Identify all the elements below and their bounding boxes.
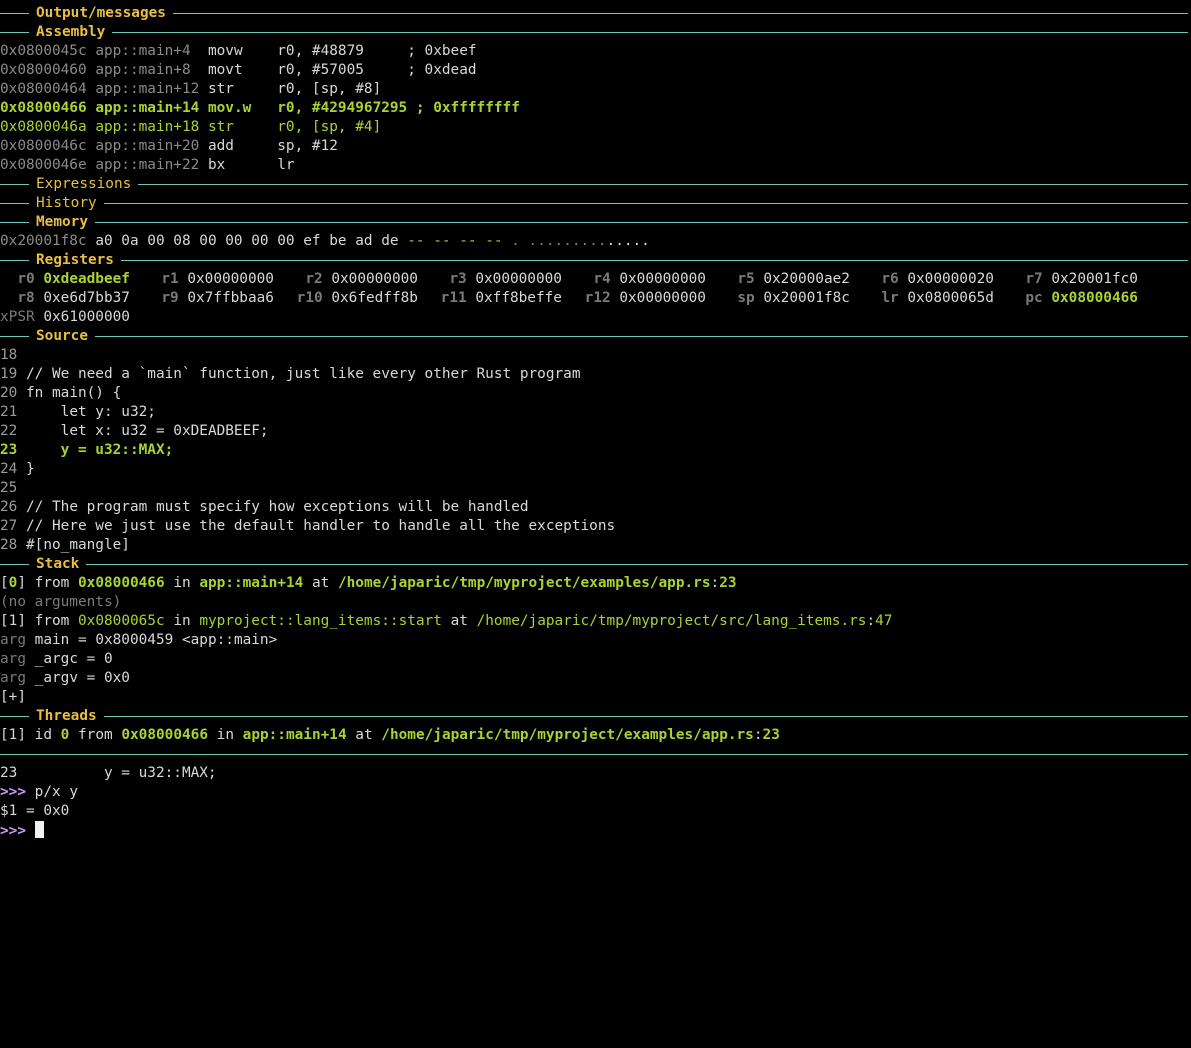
asm-line-current: 0x08000466 app::main+14 mov.w r0, #42949… [0, 100, 520, 116]
asm-line: 0x0800046e app::main+22 bx lr [0, 157, 295, 173]
console-input-line[interactable]: >>> [0, 821, 1191, 840]
register-value: 0x61000000 [43, 309, 130, 325]
asm-line: 0x0800046a app::main+18 str r0, [sp, #4] [0, 119, 382, 135]
asm-line: 0x0800046c app::main+20 add sp, #12 [0, 138, 338, 154]
register: r2 0x00000000 [288, 271, 418, 287]
register: r4 0x00000000 [576, 271, 706, 287]
prompt: >>> [0, 823, 26, 839]
section-title: Memory [29, 213, 95, 232]
register: r5 0x20000ae2 [720, 271, 850, 287]
console-echo: 23 y = u32::MAX; [0, 765, 217, 781]
register: r11 0xff8beffe [432, 290, 562, 306]
source-line: 24 } [0, 461, 35, 477]
console-result: $1 = 0x0 [0, 803, 70, 819]
source-line: 20 fn main() { [0, 385, 122, 401]
memory-ascii: ..... [606, 233, 650, 249]
asm-line: 0x08000464 app::main+12 str r0, [sp, #8] [0, 81, 382, 97]
section-threads-header: Threads [0, 707, 1191, 726]
register: lr 0x0800065d [864, 290, 994, 306]
memory-row: 0x20001f8c a0 0a 00 08 00 00 00 00 ef be… [0, 232, 1191, 251]
dashboard-bottom-rule [0, 745, 1191, 764]
console-command: p/x y [34, 784, 78, 800]
source-line: 27 // Here we just use the default handl… [0, 518, 616, 534]
section-source-header: Source [0, 327, 1191, 346]
section-title: Registers [29, 251, 121, 270]
register: r6 0x00000020 [864, 271, 994, 287]
section-registers-header: Registers [0, 251, 1191, 270]
source-line: 25 [0, 480, 18, 496]
section-title: Source [29, 327, 95, 346]
prompt: >>> [0, 784, 26, 800]
register: r7 0x20001fc0 [1008, 271, 1138, 287]
memory-unknown: -- -- -- -- [407, 233, 503, 249]
cursor-icon [34, 821, 44, 838]
section-assembly-header: Assembly [0, 23, 1191, 42]
source-line-current: 23 y = u32::MAX; [0, 442, 174, 458]
register: pc 0x08000466 [1008, 290, 1138, 306]
register: r8 0xe6d7bb37 [0, 290, 130, 306]
registers-row-3: xPSR 0x61000000 [0, 308, 1191, 327]
register: r10 0x6fedff8b [288, 290, 418, 306]
section-memory-header: Memory [0, 213, 1191, 232]
register: r1 0x00000000 [144, 271, 274, 287]
console-command-line: >>> p/x y [0, 783, 1191, 802]
thread-row: [1] id 0 from 0x08000466 in app::main+14… [0, 727, 780, 743]
stack-arg: arg _argc = 0 [0, 651, 113, 667]
register: sp 0x20001f8c [720, 290, 850, 306]
stack-arg: arg _argv = 0x0 [0, 670, 130, 686]
source-line: 18 [0, 347, 18, 363]
registers-row-1: r0 0xdeadbeef r1 0x00000000 r2 0x0000000… [0, 270, 1191, 289]
section-title: Threads [29, 707, 104, 726]
source-line: 19 // We need a `main` function, just li… [0, 366, 581, 382]
register: r12 0x00000000 [576, 290, 706, 306]
stack-no-arguments: (no arguments) [0, 594, 122, 610]
section-stack-header: Stack [0, 555, 1191, 574]
stack-frame-1: [1] from 0x0800065c in myproject::lang_i… [0, 613, 893, 629]
section-title: Assembly [29, 23, 113, 42]
source-line: 26 // The program must specify how excep… [0, 499, 529, 515]
stack-frame-0: [0] from 0x08000466 in app::main+14 at /… [0, 575, 737, 591]
memory-address: 0x20001f8c [0, 233, 87, 249]
section-history-header: History [0, 194, 1191, 213]
register: r0 0xdeadbeef [0, 271, 130, 287]
section-title: Stack [29, 555, 87, 574]
source-line: 21 let y: u32; [0, 404, 156, 420]
section-title: History [29, 194, 104, 213]
registers-row-2: r8 0xe6d7bb37 r9 0x7ffbbaa6 r10 0x6fedff… [0, 289, 1191, 308]
source-line: 22 let x: u32 = 0xDEADBEEF; [0, 423, 269, 439]
assembly-listing: 0x0800045c app::main+4 movw r0, #48879 ;… [0, 42, 1191, 175]
source-line: 28 #[no_mangle] [0, 537, 130, 553]
section-expressions-header: Expressions [0, 175, 1191, 194]
asm-line: 0x08000460 app::main+8 movt r0, #57005 ;… [0, 62, 477, 78]
register: r3 0x00000000 [432, 271, 562, 287]
section-output-header: Output/messages [0, 4, 1191, 23]
register-name: xPSR [0, 309, 35, 325]
register: r9 0x7ffbbaa6 [144, 290, 274, 306]
source-listing: 18 19 // We need a `main` function, just… [0, 346, 1191, 555]
section-title: Expressions [29, 175, 139, 194]
section-title: Output/messages [29, 4, 173, 23]
memory-bytes: a0 0a 00 08 00 00 00 00 ef be ad de [95, 233, 399, 249]
stack-more-toggle[interactable]: [+] [0, 688, 1191, 707]
stack-arg: arg main = 0x8000459 <app::main> [0, 632, 278, 648]
memory-ascii-dim: . ......... [511, 233, 607, 249]
gdb-dashboard: Output/messages Assembly 0x0800045c app:… [0, 4, 1191, 840]
asm-line: 0x0800045c app::main+4 movw r0, #48879 ;… [0, 43, 477, 59]
